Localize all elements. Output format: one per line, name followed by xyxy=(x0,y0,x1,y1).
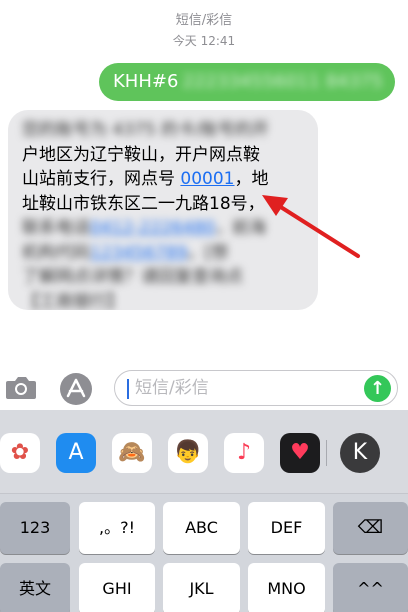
key-jkl[interactable]: JKL xyxy=(163,563,240,612)
backspace-key[interactable]: ⌫ xyxy=(333,502,408,554)
key-punctuation[interactable]: ,。?! xyxy=(79,502,155,554)
code-link[interactable]: 123456789 xyxy=(90,243,187,263)
app-store-icon[interactable]: A xyxy=(56,433,96,473)
message-timestamp: 今天 12:41 xyxy=(172,34,236,48)
key-mno[interactable]: MNO xyxy=(248,563,325,612)
music-icon[interactable]: ♪ xyxy=(224,433,264,473)
conversation-title: 短信/彩信 xyxy=(175,13,233,28)
annotation-arrow-icon xyxy=(262,195,360,258)
send-button[interactable]: ↑ xyxy=(364,375,391,402)
key-emoticon[interactable]: ^^ xyxy=(333,563,408,612)
keyboard: ✿ A 🙈 👦 ♪ ♥ K 123 ,。?! ABC DEF ⌫ 英文 GHI … xyxy=(0,410,408,612)
outgoing-message-text: KHH#6 xyxy=(113,71,179,92)
message-input[interactable]: 短信/彩信 ↑ xyxy=(114,370,398,406)
phone-link[interactable]: 0412-2226480 xyxy=(90,218,215,238)
divider xyxy=(326,440,327,466)
app-drawer: ✿ A 🙈 👦 ♪ ♥ K xyxy=(0,410,408,494)
key-abc[interactable]: ABC xyxy=(163,502,240,554)
conversation-header: 短信/彩信 今天 12:41 xyxy=(0,12,408,49)
redacted-text: 【工商银行】 xyxy=(22,291,124,311)
message-text: 山站前支行，网点号 xyxy=(22,169,175,189)
key-numbers[interactable]: 123 xyxy=(0,502,70,554)
key-english[interactable]: 英文 xyxy=(0,563,70,612)
redacted-text: 了解网点详情？请回复查询点 xyxy=(22,267,243,287)
message-line: 户地区为辽宁鞍山，开户网点鞍 xyxy=(22,144,260,165)
input-placeholder: 短信/彩信 xyxy=(135,378,209,398)
text-cursor xyxy=(127,379,129,399)
composer-toolbar: 短信/彩信 ↑ xyxy=(0,366,408,410)
key-def[interactable]: DEF xyxy=(248,502,325,554)
branch-code-link[interactable]: 00001 xyxy=(180,169,234,189)
camera-icon[interactable] xyxy=(4,372,38,402)
photos-icon[interactable]: ✿ xyxy=(0,433,40,473)
redacted-text: 222334556011 84375 xyxy=(182,71,383,92)
k-app-icon[interactable]: K xyxy=(340,433,380,473)
monkey-icon[interactable]: 🙈 xyxy=(112,433,152,473)
memoji-icon[interactable]: 👦 xyxy=(168,433,208,473)
key-ghi[interactable]: GHI xyxy=(79,563,155,612)
app-store-icon[interactable] xyxy=(58,371,94,407)
redacted-text: 您的账号为 4375 的卡/账号的开 xyxy=(22,120,269,140)
outgoing-message-bubble[interactable]: KHH#6 222334556011 84375 xyxy=(99,63,395,101)
heart-icon[interactable]: ♥ xyxy=(280,433,320,473)
